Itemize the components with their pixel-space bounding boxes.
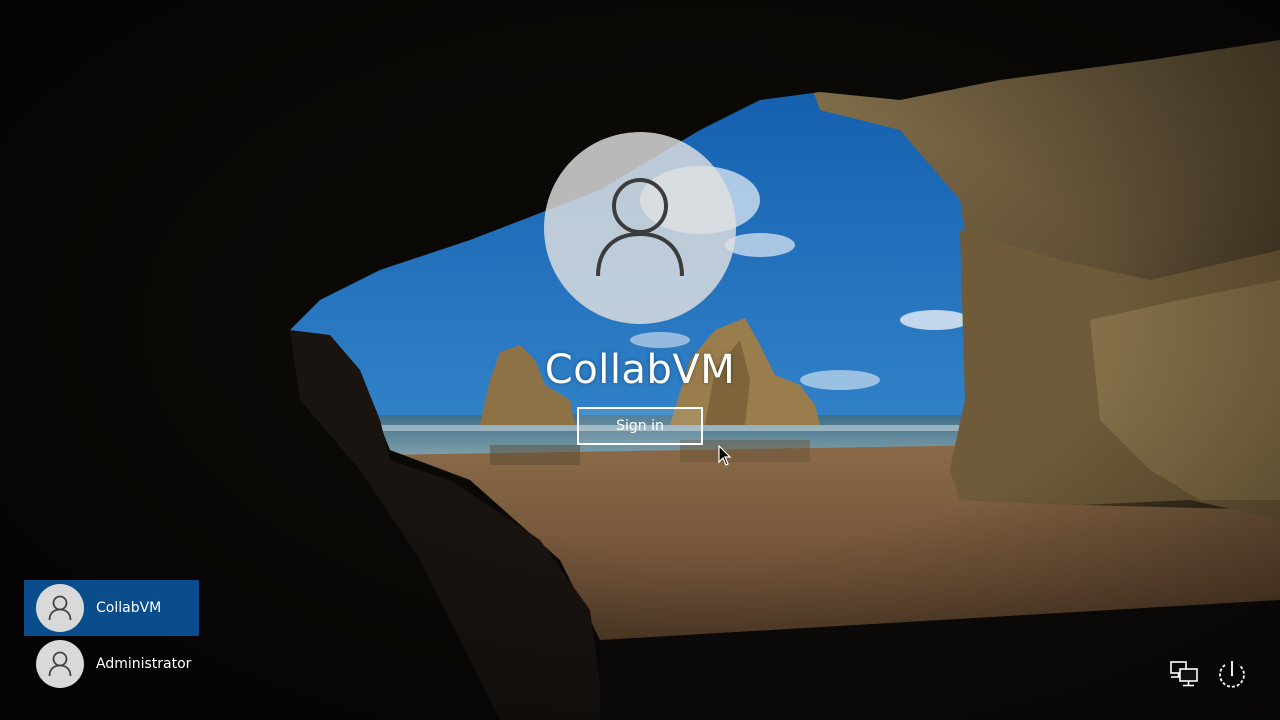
lock-screen: CollabVM Sign in CollabVM Administrator [0, 0, 1280, 720]
user-list-item-label: CollabVM [96, 600, 162, 616]
user-icon [48, 651, 72, 677]
user-avatar [544, 132, 736, 324]
username-label: CollabVM [544, 347, 736, 393]
network-icon [1170, 661, 1198, 687]
user-list-item-label: Administrator [96, 656, 192, 672]
power-button[interactable] [1216, 658, 1248, 690]
user-avatar-small [36, 584, 84, 632]
network-button[interactable] [1168, 658, 1200, 690]
user-avatar-small [36, 640, 84, 688]
user-icon [48, 595, 72, 621]
sign-in-button[interactable]: Sign in [577, 407, 703, 445]
user-list: CollabVM Administrator [24, 580, 199, 692]
user-list-item-collabvm[interactable]: CollabVM [24, 580, 199, 636]
mouse-cursor-icon [718, 445, 732, 466]
user-list-item-administrator[interactable]: Administrator [24, 636, 199, 692]
user-icon [596, 178, 684, 277]
power-icon [1219, 661, 1245, 688]
